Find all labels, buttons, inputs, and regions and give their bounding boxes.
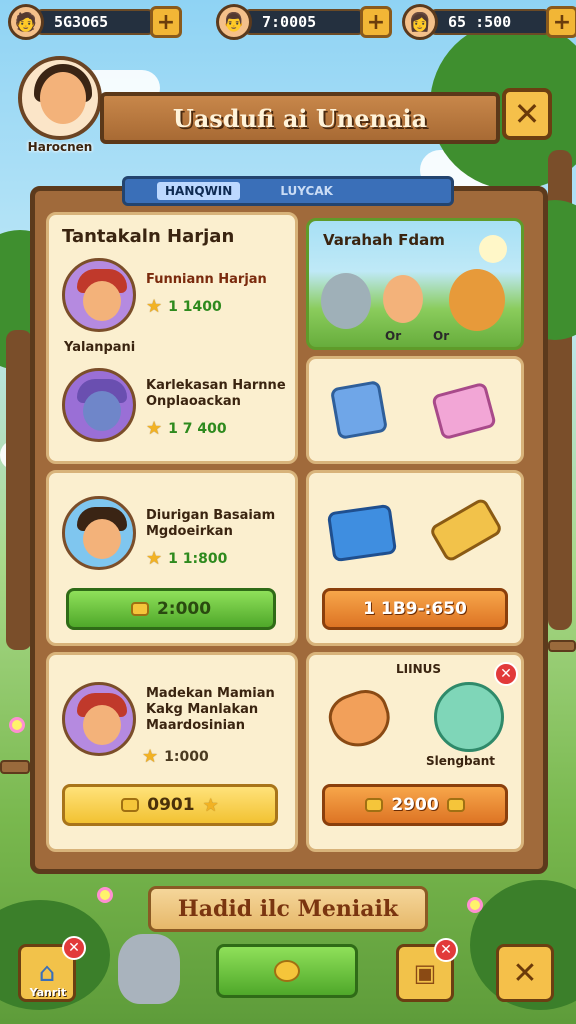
coin-icon bbox=[130, 602, 149, 616]
quest-3-name-line1: Diurigan Basaiam bbox=[146, 508, 276, 523]
quest-1-name: Funniann Harjan bbox=[146, 272, 267, 287]
quest-4-claim-button[interactable]: 0901 ★ bbox=[62, 784, 278, 826]
quest-2-name-line1: Karlekasan Harnne bbox=[146, 378, 286, 393]
bottom-banner: Hadid ilc Meniaik bbox=[148, 886, 428, 932]
farmer-avatar-icon: 👨 bbox=[216, 4, 252, 40]
quest-1-sublabel: Yalanpani bbox=[64, 340, 136, 355]
chest-icon: ▣ bbox=[413, 959, 437, 987]
quest-1-reward-value: 1 1400 bbox=[168, 298, 222, 315]
quest-2-reward: ★ 1 7 400 bbox=[146, 418, 227, 439]
resource-gold-value: 5G3O65 bbox=[36, 9, 154, 35]
quest-4-name-line1: Madekan Mamian bbox=[146, 686, 275, 701]
bonus-close-badge[interactable]: ✕ bbox=[494, 662, 518, 686]
tab-luycak[interactable]: LUYCAK bbox=[280, 184, 333, 198]
hero-portrait[interactable] bbox=[18, 56, 102, 140]
buy-bonus-button[interactable]: 2900 bbox=[322, 784, 508, 826]
coin-icon bbox=[446, 798, 465, 812]
bundle-price: 1 1B9-:650 bbox=[363, 599, 467, 619]
inventory-notification-badge: ✕ bbox=[434, 938, 458, 962]
girl-avatar-icon: 👩 bbox=[402, 4, 438, 40]
resource-gems: 👩 65 :500 + bbox=[402, 4, 576, 40]
quest-4-name: Madekan Mamian Kakg Manlakan Maardosinia… bbox=[146, 686, 275, 734]
resource-gems-value: 65 :500 bbox=[430, 9, 550, 35]
star-icon: ★ bbox=[146, 296, 163, 317]
quest-3-portrait bbox=[62, 496, 136, 570]
quest-3-name-line2: Mgdoeirkan bbox=[146, 524, 233, 539]
quest-4-name-line3: Maardosinian bbox=[146, 718, 246, 733]
add-gold-button[interactable]: + bbox=[150, 6, 182, 38]
hero-avatar-icon: 🧑 bbox=[8, 4, 44, 40]
bottom-banner-text: Hadid ilc Meniaik bbox=[177, 896, 399, 922]
crystal-frame-icon[interactable] bbox=[329, 380, 389, 440]
quest-4-claim-label: 0901 bbox=[147, 795, 195, 815]
quest-3-reward: ★ 1 1:800 bbox=[146, 548, 227, 569]
star-icon: ★ bbox=[146, 548, 163, 569]
home-label: Yanrit bbox=[29, 986, 67, 999]
home-notification-badge: ✕ bbox=[62, 936, 86, 960]
quest-1-reward: ★ 1 1400 bbox=[146, 296, 222, 317]
quest-card-title: Tantakaln Harjan bbox=[62, 226, 235, 247]
quest-3-claim-label: 2:000 bbox=[156, 599, 212, 619]
blue-box-icon[interactable] bbox=[326, 503, 398, 563]
bonus-price: 2900 bbox=[391, 795, 439, 815]
quest-2-reward-value: 1 7 400 bbox=[168, 420, 227, 437]
scene-tag-1: Or bbox=[385, 329, 402, 343]
house-icon: ⌂ bbox=[38, 958, 56, 988]
quest-2-name: Karlekasan Harnne Onplaoackan bbox=[146, 378, 286, 410]
add-gems-button[interactable]: + bbox=[546, 6, 576, 38]
star-icon: ★ bbox=[202, 794, 219, 816]
exit-button[interactable]: ✕ bbox=[496, 944, 554, 1002]
main-action-button[interactable] bbox=[216, 944, 358, 998]
resource-energy: 👨 7:0005 + bbox=[216, 4, 392, 40]
star-icon: ★ bbox=[146, 418, 163, 439]
close-button[interactable]: ✕ bbox=[502, 88, 552, 140]
quest-4-name-line2: Kakg Manlakan bbox=[146, 702, 259, 717]
quest-2-portrait bbox=[62, 368, 136, 442]
resource-gold: 🧑 5G3O65 + bbox=[8, 4, 182, 40]
fish-medallion-icon[interactable] bbox=[434, 682, 504, 752]
add-energy-button[interactable]: + bbox=[360, 6, 392, 38]
quest-4-portrait bbox=[62, 682, 136, 756]
buy-bundle-button[interactable]: 1 1B9-:650 bbox=[322, 588, 508, 630]
quest-4-reward-value: 1:000 bbox=[164, 748, 209, 765]
cat-mascot-icon bbox=[118, 934, 180, 1004]
scene-tag-2: Or bbox=[433, 329, 450, 343]
resource-energy-value: 7:0005 bbox=[244, 9, 364, 35]
title-banner: Uasdufi ai Unenaia bbox=[100, 92, 500, 144]
quest-2-name-line2: Onplaoackan bbox=[146, 394, 241, 409]
coin-icon bbox=[365, 798, 384, 812]
lemon-icon bbox=[274, 960, 300, 982]
reward-scene-card[interactable]: Varahah Fdam Or Or bbox=[306, 218, 524, 350]
quest-4-reward: ★ 1:000 bbox=[142, 746, 209, 767]
fox-icon bbox=[449, 269, 505, 331]
page-title: Uasdufi ai Unenaia bbox=[172, 103, 428, 133]
bonus-title: LIINUS bbox=[396, 662, 442, 676]
quest-1-portrait bbox=[62, 258, 136, 332]
star-icon: ★ bbox=[142, 746, 159, 767]
tab-bar: HANQWIN LUYCAK bbox=[122, 176, 454, 206]
quest-3-claim-button[interactable]: 2:000 bbox=[66, 588, 276, 630]
child-icon bbox=[383, 275, 423, 323]
hero-name-label: Harocnen bbox=[27, 140, 93, 154]
coin-icon bbox=[121, 798, 140, 812]
quest-3-name: Diurigan Basaiam Mgdoeirkan bbox=[146, 508, 275, 540]
bonus-item-label: Slengbant bbox=[426, 754, 495, 768]
wolf-icon bbox=[321, 273, 371, 329]
tab-hanqwin[interactable]: HANQWIN bbox=[157, 182, 241, 200]
scene-title: Varahah Fdam bbox=[323, 231, 445, 249]
quest-3-reward-value: 1 1:800 bbox=[168, 550, 228, 567]
